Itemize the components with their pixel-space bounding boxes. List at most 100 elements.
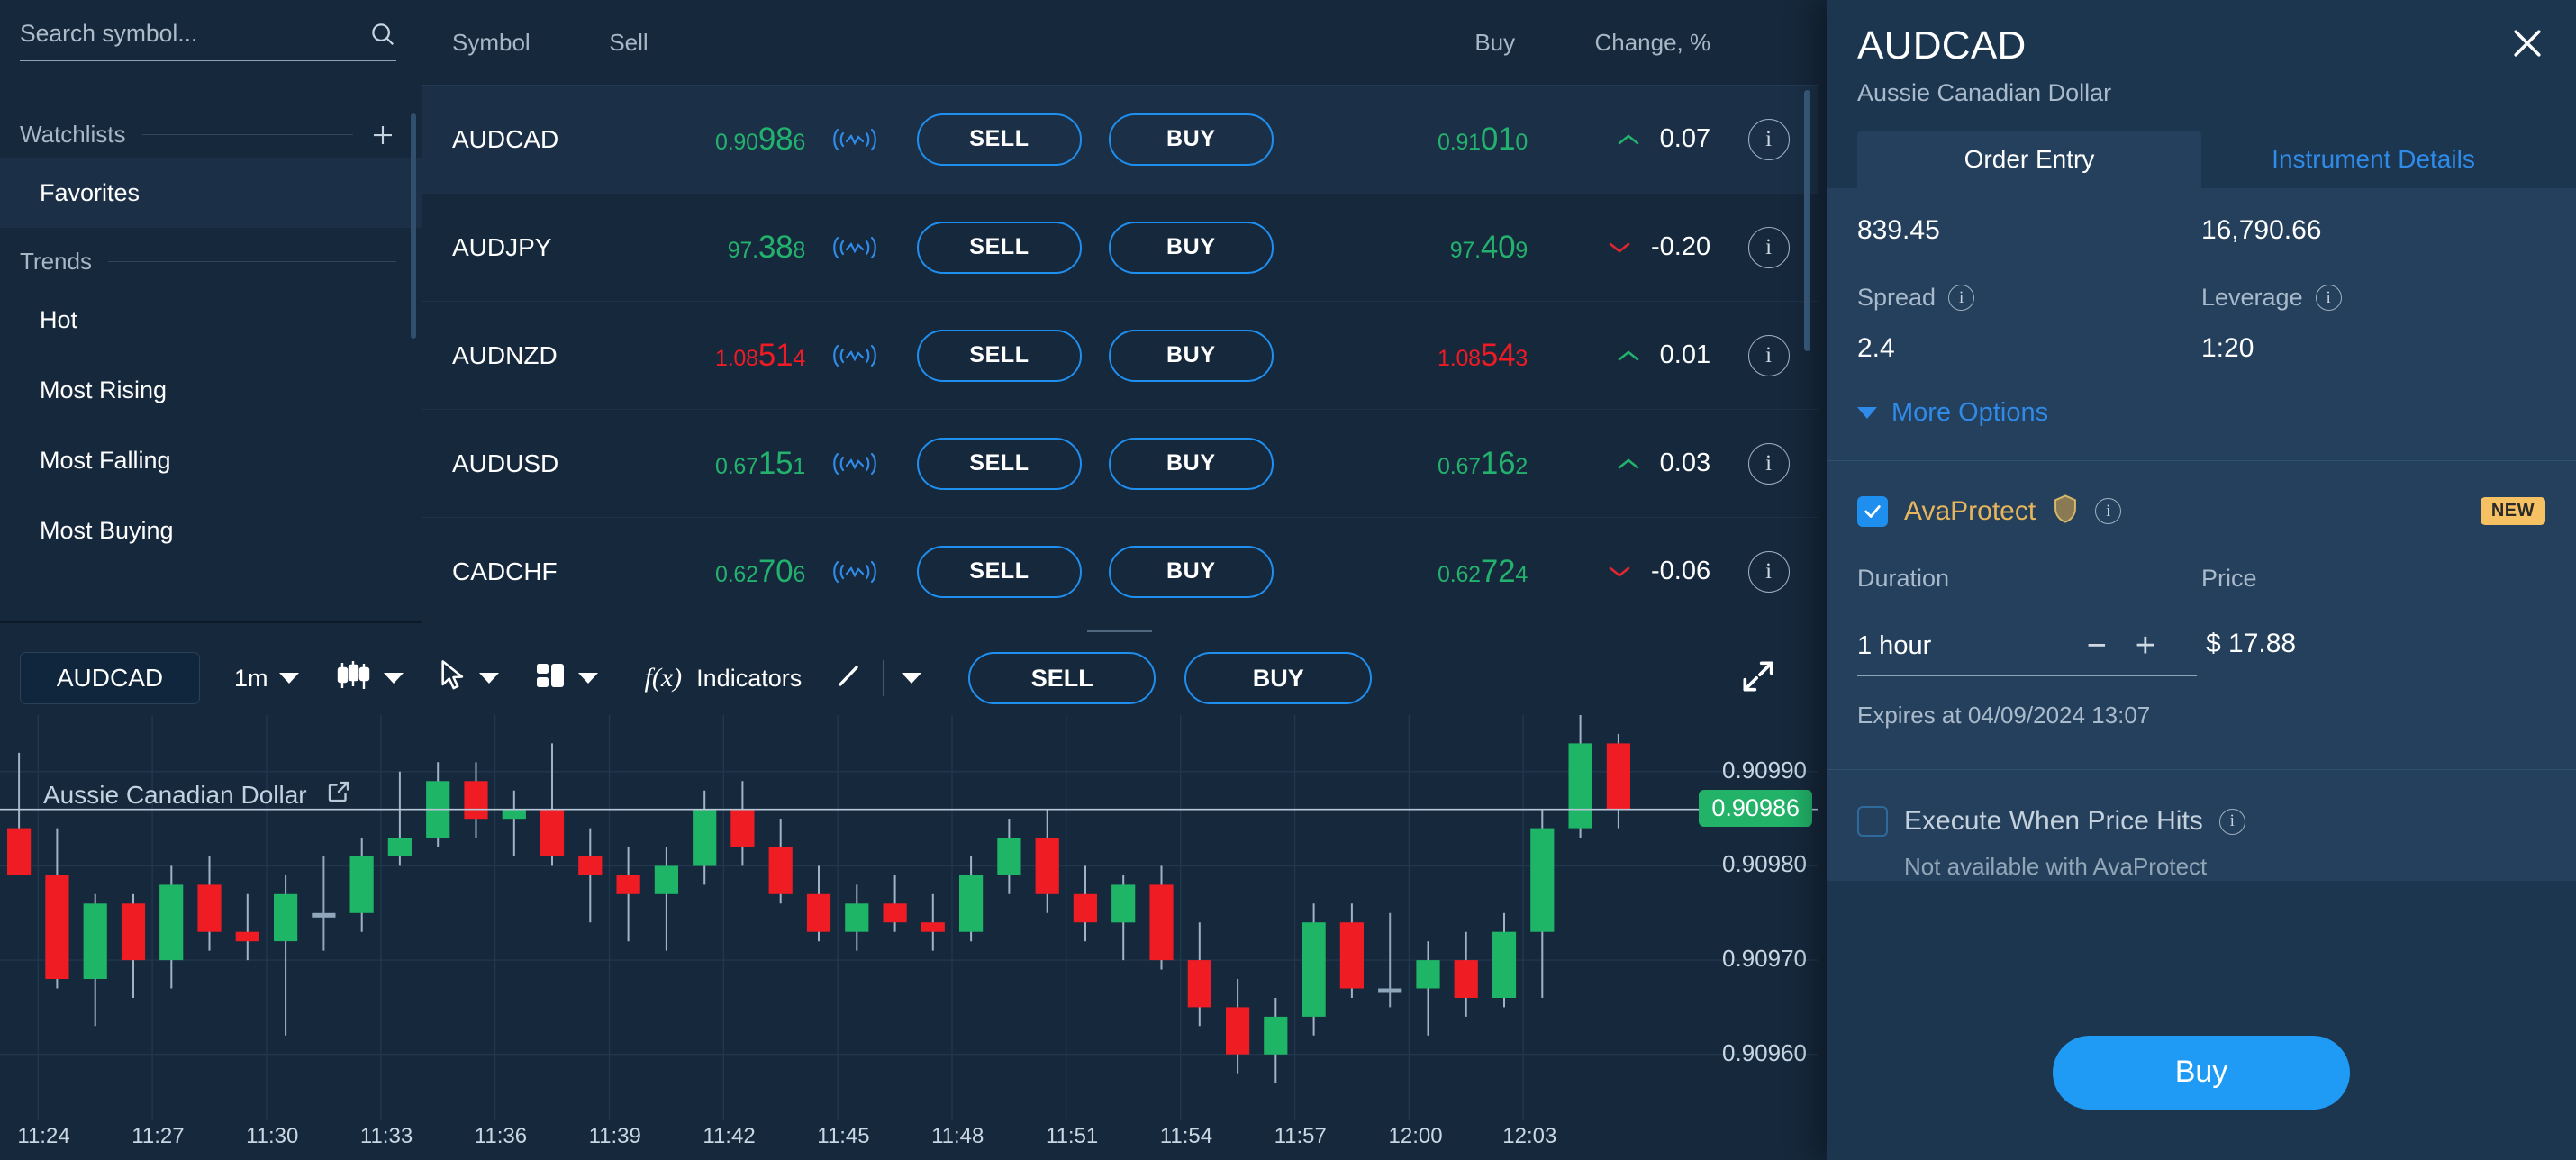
row-sell-button[interactable]: SELL	[903, 545, 1095, 598]
avaprotect-checkbox[interactable]	[1857, 495, 1888, 527]
expires-text: Expires at 04/09/2024 13:07	[1857, 702, 2151, 729]
duration-control: 1 hour − +	[1857, 629, 2197, 676]
chart-sell-label: SELL	[1030, 664, 1093, 692]
cursor-tool-selector[interactable]	[438, 657, 499, 700]
row-info-button[interactable]: i	[1719, 226, 1818, 268]
search-icon[interactable]	[369, 21, 396, 48]
row-sell-price[interactable]: 0.67151	[600, 446, 805, 482]
row-buy-button[interactable]: BUY	[1095, 221, 1287, 274]
row-sell-price[interactable]: 97.388	[600, 230, 806, 266]
sidebar-item-favorites[interactable]: Favorites	[0, 158, 422, 228]
row-sell-price[interactable]: 1.08514	[600, 338, 805, 374]
row-sell-button-label: SELL	[916, 221, 1082, 274]
table-row[interactable]: AUDJPY 97.388 SELL BUY 97.409 -0.20 i	[422, 194, 1818, 302]
chart-symbol-chip[interactable]: AUDCAD	[20, 652, 200, 704]
row-buy-button-label: BUY	[1108, 113, 1274, 166]
time-tick-label: 11:30	[246, 1124, 299, 1148]
row-info-button[interactable]: i	[1719, 550, 1818, 593]
price-alert-icon[interactable]	[805, 444, 903, 484]
table-row[interactable]: AUDNZD 1.08514 SELL BUY 1.08543 0.01 i	[422, 302, 1818, 410]
row-change-value: 0.01	[1659, 340, 1711, 369]
row-buy-price[interactable]: 0.67162	[1287, 446, 1528, 482]
amount-value[interactable]: 839.45	[1857, 215, 2201, 246]
duration-value[interactable]: 1 hour	[1857, 631, 2073, 661]
row-buy-price[interactable]: 1.08543	[1287, 338, 1528, 374]
quotes-scrollbar[interactable]	[1804, 90, 1810, 351]
row-sell-button-label: SELL	[916, 545, 1082, 598]
row-sell-button[interactable]: SELL	[903, 221, 1095, 274]
info-icon[interactable]: i	[2315, 285, 2342, 311]
external-link-icon[interactable]	[325, 778, 352, 811]
time-tick-label: 11:36	[474, 1124, 528, 1148]
drawing-tool-button[interactable]	[832, 659, 865, 698]
sidebar-item-most-buying[interactable]: Most Buying	[0, 495, 422, 566]
units-value[interactable]: 16,790.66	[2201, 215, 2545, 246]
sidebar-item-hot[interactable]: Hot	[0, 285, 422, 355]
row-sell-button[interactable]: SELL	[903, 437, 1095, 490]
cursor-icon	[438, 657, 468, 700]
duration-decrement-button[interactable]: −	[2073, 629, 2121, 663]
expand-chart-button[interactable]	[1738, 657, 1818, 701]
price-alert-icon[interactable]	[805, 336, 903, 376]
sidebar-item-most-falling[interactable]: Most Falling	[0, 425, 422, 495]
row-info-button[interactable]: i	[1719, 334, 1818, 376]
row-buy-button[interactable]: BUY	[1095, 437, 1287, 490]
price-alert-icon[interactable]	[805, 552, 903, 592]
column-header-symbol: Symbol	[452, 28, 531, 56]
duration-increment-button[interactable]: +	[2121, 629, 2170, 663]
row-symbol: AUDJPY	[452, 232, 552, 261]
more-options-button[interactable]: More Options	[1857, 398, 2545, 428]
row-buy-price[interactable]: 0.62724	[1287, 554, 1528, 590]
arrow-up-icon	[1617, 449, 1640, 478]
new-badge: NEW	[2480, 497, 2545, 525]
search-input[interactable]	[20, 20, 369, 48]
info-icon[interactable]: i	[2095, 498, 2122, 524]
row-buy-button[interactable]: BUY	[1095, 329, 1287, 382]
table-row[interactable]: AUDCAD 0.90986 SELL BUY 0.91010 0.07 i	[422, 86, 1818, 194]
add-watchlist-icon[interactable]	[369, 122, 396, 149]
row-sell-price[interactable]: 0.90986	[600, 122, 805, 158]
chart-sell-button[interactable]: SELL	[968, 652, 1156, 704]
price-alert-icon[interactable]	[805, 120, 903, 159]
quotes-header-row: Symbol Sell Buy Change, %	[422, 0, 1818, 86]
row-buy-price[interactable]: 0.91010	[1287, 122, 1528, 158]
indicators-button[interactable]: f(x) Indicators	[645, 663, 803, 693]
candlestick-chart[interactable]	[0, 715, 1818, 1120]
tab-order-entry[interactable]: Order Entry	[1857, 131, 2201, 188]
info-icon[interactable]: i	[1948, 285, 1975, 311]
price-tick-label: 0.90960	[1722, 1038, 1807, 1066]
timeframe-label: 1m	[234, 664, 268, 692]
timeframe-selector[interactable]: 1m	[234, 665, 299, 693]
splitter-grip[interactable]	[1087, 630, 1152, 632]
sidebar-item-most-rising[interactable]: Most Rising	[0, 355, 422, 425]
price-alert-icon[interactable]	[805, 228, 903, 267]
table-row[interactable]: CADCHF 0.62706 SELL BUY 0.62724 -0.06 i	[422, 518, 1818, 621]
row-buy-button[interactable]: BUY	[1095, 113, 1287, 166]
sidebar-item-label: Hot	[40, 305, 78, 333]
row-sell-button[interactable]: SELL	[903, 329, 1095, 382]
row-sell-button[interactable]: SELL	[903, 113, 1095, 166]
chart-type-selector[interactable]	[333, 656, 404, 702]
chart-buy-button[interactable]: BUY	[1184, 652, 1373, 704]
layout-selector[interactable]	[533, 658, 598, 699]
column-header-sell: Sell	[609, 28, 649, 56]
submit-buy-button[interactable]: Buy	[2053, 1035, 2350, 1110]
tab-instrument-details[interactable]: Instrument Details	[2201, 131, 2545, 188]
info-icon[interactable]: i	[2218, 808, 2245, 835]
execute-when-price-hits-checkbox[interactable]	[1857, 806, 1888, 837]
chevron-down-icon[interactable]	[902, 673, 922, 684]
price-label: Price	[2201, 565, 2257, 592]
row-info-button[interactable]: i	[1719, 442, 1818, 485]
table-row[interactable]: AUDUSD 0.67151 SELL BUY 0.67162 0.03 i	[422, 410, 1818, 518]
row-sell-price[interactable]: 0.62706	[600, 554, 805, 590]
time-axis: 11:24 11:27 11:30 11:33 11:36 11:39 11:42 11:45…	[0, 1120, 1818, 1160]
close-icon[interactable]	[2508, 23, 2547, 63]
watchlists-header: Watchlists	[0, 101, 422, 158]
row-change: -0.20	[1528, 232, 1719, 262]
sidebar-scrollbar[interactable]	[411, 113, 416, 339]
row-info-button[interactable]: i	[1719, 118, 1818, 160]
row-buy-price[interactable]: 97.409	[1287, 230, 1528, 266]
panel-splitter[interactable]	[422, 621, 1818, 641]
price-tick-label: 0.90990	[1722, 756, 1807, 784]
row-buy-button[interactable]: BUY	[1095, 545, 1287, 598]
